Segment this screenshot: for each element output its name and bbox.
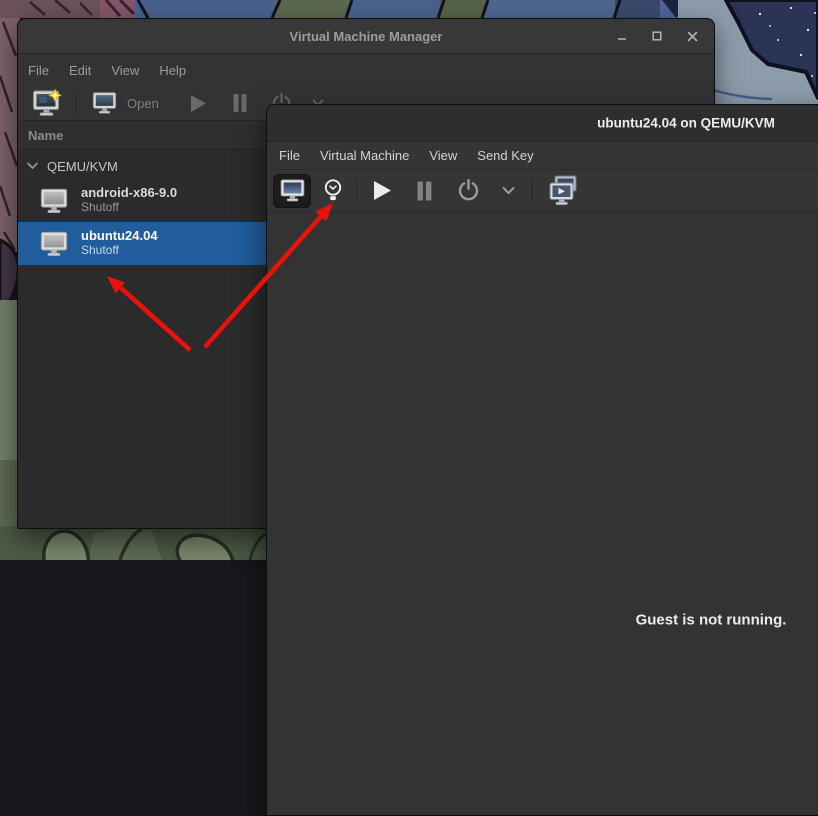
menu-item-file[interactable]: File (28, 63, 49, 78)
displays-icon (549, 175, 577, 206)
close-button[interactable] (685, 29, 700, 44)
fullscreen-displays-button[interactable] (549, 175, 577, 206)
expander-chevron-icon (27, 162, 38, 170)
vm-name: ubuntu24.04 (81, 229, 158, 244)
vm-window-menubar: File Virtual Machine View Send Key (267, 142, 818, 170)
vm-status: Shutoff (81, 201, 177, 215)
toolbar-separator (76, 91, 78, 115)
monitor-icon (39, 230, 69, 258)
monitor-icon (91, 91, 118, 115)
menu-item-view[interactable]: View (429, 148, 457, 163)
menu-item-edit[interactable]: Edit (69, 63, 91, 78)
power-icon (457, 179, 480, 202)
run-vm-button[interactable] (190, 94, 207, 113)
menu-item-view[interactable]: View (111, 63, 139, 78)
toolbar-separator (357, 179, 359, 203)
vm-text: android-x86-9.0 Shutoff (81, 186, 177, 215)
manager-titlebar[interactable]: Virtual Machine Manager (18, 19, 714, 54)
minimize-icon (617, 31, 627, 41)
pause-icon (233, 94, 247, 112)
close-icon (687, 31, 698, 42)
play-icon (373, 180, 392, 201)
menu-item-virtual-machine[interactable]: Virtual Machine (320, 148, 409, 163)
chevron-down-icon (502, 186, 515, 195)
vm-name: android-x86-9.0 (81, 186, 177, 201)
pause-vm-button[interactable] (233, 94, 247, 112)
open-button[interactable]: Open (91, 91, 159, 115)
run-button[interactable] (373, 180, 392, 201)
maximize-button[interactable] (650, 29, 664, 43)
shutdown-menu-button[interactable] (502, 186, 515, 195)
vm-status: Shutoff (81, 244, 158, 258)
manager-menubar: File Edit View Help (18, 54, 714, 86)
manager-window-title: Virtual Machine Manager (290, 29, 443, 44)
toolbar-separator (532, 179, 534, 203)
console-monitor-icon (279, 178, 306, 203)
monitor-icon (39, 187, 69, 215)
pause-icon (417, 181, 432, 201)
vm-window-title: ubuntu24.04 on QEMU/KVM (597, 116, 775, 131)
new-vm-button[interactable] (30, 88, 64, 118)
menu-item-file[interactable]: File (279, 148, 300, 163)
vm-window-toolbar (267, 170, 818, 212)
new-vm-icon (31, 89, 63, 118)
open-button-label: Open (127, 96, 159, 111)
minimize-button[interactable] (615, 29, 629, 43)
vm-text: ubuntu24.04 Shutoff (81, 229, 158, 258)
tree-group-label: QEMU/KVM (47, 159, 118, 174)
pause-button[interactable] (417, 181, 432, 201)
wallpaper-top-strip (85, 0, 720, 20)
lightbulb-details-icon (322, 178, 344, 203)
column-header-name-label: Name (28, 128, 63, 143)
wallpaper-leaves (0, 526, 290, 560)
vm-window-titlebar[interactable]: ubuntu24.04 on QEMU/KVM (267, 105, 818, 142)
play-icon (190, 94, 207, 113)
hardware-details-button[interactable] (322, 178, 344, 203)
shutdown-button[interactable] (457, 179, 480, 202)
vm-console-window: ubuntu24.04 on QEMU/KVM File Virtual Mac… (266, 104, 818, 816)
menu-item-send-key[interactable]: Send Key (477, 148, 533, 163)
console-view-button[interactable] (273, 174, 311, 208)
menu-item-help[interactable]: Help (159, 63, 186, 78)
guest-status-text: Guest is not running. (636, 612, 787, 629)
manager-window-controls (615, 19, 700, 53)
vm-console-content: Guest is not running. (267, 212, 818, 815)
maximize-icon (652, 31, 662, 41)
